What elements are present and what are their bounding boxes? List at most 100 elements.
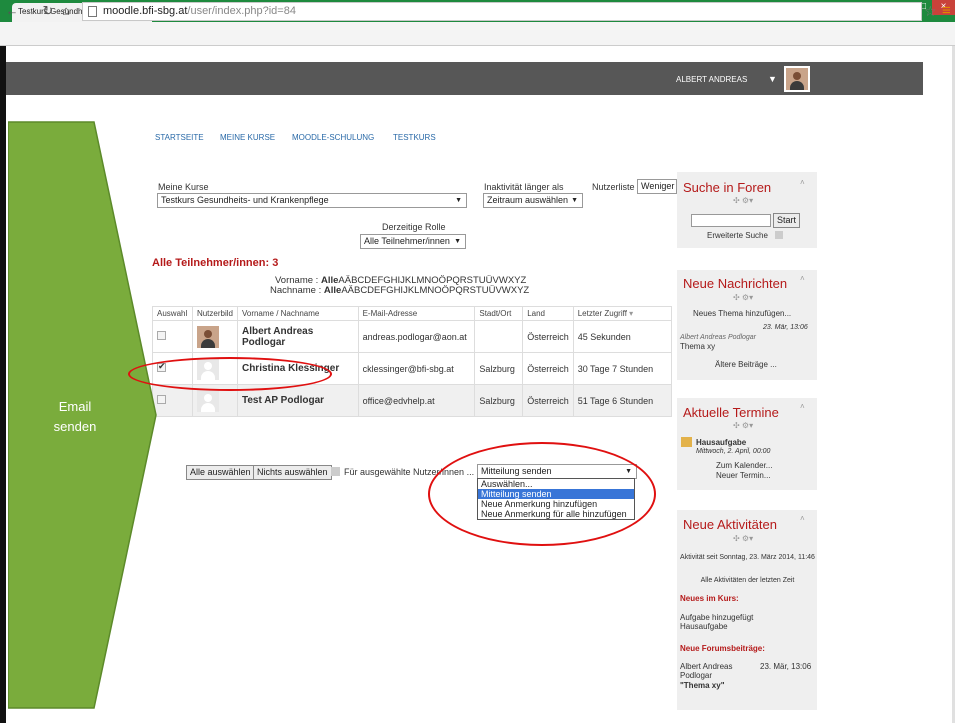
- forward-arrow-icon[interactable]: →: [22, 3, 38, 19]
- sort-down-icon: ▾: [629, 309, 634, 318]
- col-last-access[interactable]: Letzter Zugriff ▾: [572, 306, 673, 321]
- collapse-icon[interactable]: ˄: [800, 178, 805, 187]
- nav-meine-kurse[interactable]: MEINE KURSE: [220, 133, 275, 142]
- course-news-title: Neues im Kurs:: [680, 594, 739, 603]
- col-email[interactable]: E-Mail-Adresse: [357, 306, 476, 321]
- url-path: /user/index.php?id=84: [187, 5, 296, 17]
- course-news-line1: Aufgabe hinzugefügt: [680, 613, 754, 622]
- nav-moodle-schulung[interactable]: MOODLE-SCHULUNG: [292, 133, 374, 142]
- lastname-letters[interactable]: AÄBCDEFGHIJKLMNOÖPQRSTUÜVWXYZ: [341, 285, 529, 296]
- my-courses-label: Meine Kurse: [158, 182, 209, 192]
- search-forums-title: Suche in Foren: [683, 180, 772, 195]
- forum-date: 23. Mär, 13:06: [760, 662, 812, 671]
- lastname-all-link[interactable]: Alle: [324, 285, 341, 296]
- col-country[interactable]: Land: [522, 306, 574, 321]
- col-picture: Nutzerbild: [191, 306, 238, 321]
- user-city: Salzburg: [474, 352, 524, 385]
- news-title: Neue Nachrichten: [683, 276, 788, 291]
- arrow-label: Email senden: [30, 397, 120, 437]
- advanced-search-link[interactable]: Erweiterte Suche: [707, 231, 768, 240]
- collapse-icon[interactable]: ˄: [800, 274, 805, 283]
- browser-menu-icon[interactable]: ≡: [942, 2, 951, 19]
- search-forums-input[interactable]: [691, 214, 771, 227]
- activity-since: Aktivität seit Sonntag, 23. März 2014, 1…: [680, 554, 815, 561]
- forum-topic-link[interactable]: "Thema xy": [680, 681, 725, 690]
- user-last-access: 30 Tage 7 Stunden: [572, 352, 673, 385]
- nav-startseite[interactable]: STARTSEITE: [155, 133, 204, 142]
- reload-icon[interactable]: ↻: [40, 3, 56, 19]
- bookmark-star-icon[interactable]: ☆: [924, 3, 937, 20]
- add-topic-link[interactable]: Neues Thema hinzufügen...: [693, 309, 791, 318]
- dropdown-arrow-icon: ▼: [571, 197, 578, 204]
- collapse-icon[interactable]: ˄: [800, 514, 805, 523]
- events-title: Aktuelle Termine: [683, 405, 779, 420]
- move-gear-icon[interactable]: ✣ ⚙▾: [733, 534, 753, 543]
- nav-testkurs[interactable]: TESTKURS: [393, 133, 436, 142]
- new-event-link[interactable]: Neuer Termin...: [716, 471, 771, 480]
- user-email[interactable]: office@edvhelp.at: [357, 384, 476, 417]
- chevron-down-icon[interactable]: ▼: [768, 74, 777, 84]
- select-none-button[interactable]: Nichts auswählen: [253, 465, 332, 480]
- user-country: Österreich: [522, 352, 574, 385]
- my-courses-select[interactable]: Testkurs Gesundheits- und Krankenpflege ▼: [157, 193, 467, 208]
- user-country: Österreich: [522, 320, 574, 353]
- userlist-value: Weniger: [641, 181, 675, 191]
- role-select[interactable]: Alle Teilnehmer/innen ▼: [360, 234, 466, 249]
- move-gear-icon[interactable]: ✣ ⚙▾: [733, 421, 753, 430]
- dropdown-arrow-icon: ▼: [454, 238, 461, 245]
- col-name[interactable]: Vorname / Nachname: [236, 306, 359, 321]
- user-email[interactable]: andreas.podlogar@aon.at: [357, 320, 476, 353]
- highlight-ellipse-row: [128, 357, 332, 391]
- arrow-label-line2: senden: [53, 419, 97, 434]
- move-gear-icon[interactable]: ✣ ⚙▾: [733, 293, 753, 302]
- default-user-icon[interactable]: [196, 389, 219, 412]
- user-email[interactable]: cklessinger@bfi-sbg.at: [357, 352, 476, 385]
- avatar[interactable]: [784, 66, 810, 92]
- highlight-ellipse-dropdown: [428, 442, 656, 546]
- forum-author-1: Albert Andreas: [680, 662, 733, 671]
- inactivity-select[interactable]: Zeitraum auswählen ▼: [483, 193, 583, 208]
- picture-cell: [191, 320, 238, 353]
- event-item-link[interactable]: Hausaufgabe: [696, 438, 746, 447]
- user-country: Österreich: [522, 384, 574, 417]
- left-border: [0, 46, 6, 723]
- col-city[interactable]: Stadt/Ort: [474, 306, 524, 321]
- news-topic-link[interactable]: Thema xy: [680, 342, 715, 351]
- table-header-row: Auswahl Nutzerbild Vorname / Nachname E-…: [152, 306, 673, 321]
- calendar-link[interactable]: Zum Kalender...: [716, 461, 772, 470]
- address-bar[interactable]: moodle.bfi-sbg.at/user/index.php?id=84: [82, 2, 922, 21]
- forum-posts-title: Neue Forumsbeiträge:: [680, 644, 765, 653]
- user-menu-name[interactable]: ALBERT ANDREAS: [676, 75, 747, 84]
- all-activities-link[interactable]: Alle Aktivitäten der letzten Zeit: [680, 577, 815, 584]
- course-news-line2[interactable]: Hausaufgabe: [680, 622, 728, 631]
- back-arrow-icon[interactable]: ←: [4, 3, 20, 19]
- my-courses-value: Testkurs Gesundheits- und Krankenpflege: [161, 195, 329, 205]
- news-author: Albert Andreas Podlogar: [680, 334, 757, 341]
- news-date: 23. Mär, 13:06: [763, 324, 808, 331]
- role-value: Alle Teilnehmer/innen: [364, 236, 450, 246]
- activity-title: Neue Aktivitäten: [683, 517, 777, 532]
- move-gear-icon[interactable]: ✣ ⚙▾: [733, 196, 753, 205]
- inactivity-value: Zeitraum auswählen: [487, 195, 569, 205]
- userlist-select[interactable]: Weniger: [637, 179, 677, 194]
- dropdown-arrow-icon: ▼: [455, 197, 462, 204]
- table-row: Albert Andreas Podlogar andreas.podlogar…: [152, 320, 673, 353]
- user-city: [474, 320, 524, 353]
- user-name[interactable]: Albert Andreas Podlogar: [236, 320, 359, 353]
- home-icon[interactable]: ⌂: [58, 3, 74, 19]
- assignment-icon: [681, 437, 692, 447]
- user-photo[interactable]: [196, 325, 219, 348]
- col-last-access-label: Letzter Zugriff: [577, 309, 627, 318]
- browser-toolbar: [0, 22, 955, 46]
- userlist-label: Nutzerliste: [592, 182, 635, 192]
- collapse-icon[interactable]: ˄: [800, 402, 805, 411]
- select-all-button[interactable]: Alle auswählen: [186, 465, 255, 480]
- user-last-access: 51 Tage 6 Stunden: [572, 384, 673, 417]
- user-city: Salzburg: [474, 384, 524, 417]
- older-posts-link[interactable]: Ältere Beiträge ...: [715, 360, 777, 369]
- help-icon[interactable]: [331, 467, 340, 476]
- inactivity-label: Inaktivität länger als: [484, 182, 564, 192]
- arrow-label-line1: Email: [58, 399, 92, 414]
- search-start-button[interactable]: Start: [773, 213, 801, 228]
- help-icon[interactable]: [775, 231, 783, 239]
